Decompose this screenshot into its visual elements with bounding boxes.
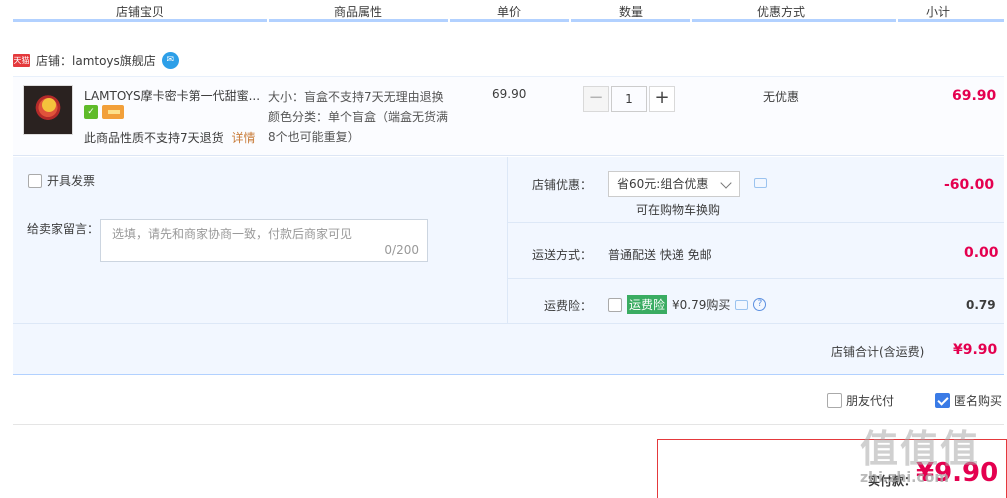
chevron-down-icon: [720, 177, 732, 189]
invoice-checkbox[interactable]: [28, 173, 42, 188]
insurance-label: 运费险：: [544, 299, 593, 313]
panel-divider: [508, 222, 1004, 223]
quantity-stepper: − 1 +: [583, 86, 675, 112]
help-icon[interactable]: ?: [753, 298, 767, 311]
insurance-tag: 运费险: [627, 295, 668, 314]
panel-divider: [13, 323, 1004, 324]
insurance-amount: 0.79: [966, 298, 996, 312]
seller-message-input[interactable]: 选填，请先和商家协商一致，付款后商家可见 0/200: [100, 219, 428, 262]
product-title[interactable]: LAMTOYS摩卡密卡第一代甜蜜...: [84, 87, 260, 104]
shop-discount-hint[interactable]: 可在购物车换购: [636, 201, 720, 218]
shop-total-amount: ¥9.90: [953, 342, 998, 358]
shop-name-link[interactable]: 店铺：lamtoys旗舰店: [36, 52, 156, 69]
return-detail-link[interactable]: 详情: [231, 131, 255, 145]
guarantee-icon[interactable]: ✓: [84, 105, 98, 119]
cart-table-header: 店铺宝贝 商品属性 单价 数量 优惠方式 小计: [0, 0, 1007, 22]
tmall-icon: 天猫: [13, 53, 30, 67]
invoice-label: 开具发票: [47, 174, 96, 188]
order-options-panel: 开具发票 给卖家留言： 选填，请先和商家协商一致，付款后商家可见 0/200 店…: [13, 157, 1004, 375]
shop-discount-label: 店铺优惠：: [532, 178, 593, 192]
header-underline: [898, 19, 1004, 22]
shop-row: 天猫 店铺：lamtoys旗舰店 ✉: [13, 50, 179, 70]
product-thumbnail[interactable]: [23, 85, 73, 135]
qty-minus-button[interactable]: −: [583, 86, 609, 112]
card-pay-icon[interactable]: [102, 105, 124, 119]
insurance-option: 运费险 ¥0.79购买 ?: [608, 295, 767, 314]
friend-pay-checkbox[interactable]: [827, 393, 842, 408]
shop-discount-select[interactable]: 省60元:组合优惠: [608, 171, 740, 197]
chat-wangwang-icon[interactable]: ✉: [161, 51, 179, 69]
header-underline: [450, 19, 569, 22]
header-underline: [692, 19, 896, 22]
qty-plus-button[interactable]: +: [649, 86, 675, 112]
attr-color-line2: 8个也可能重复）: [268, 130, 360, 144]
friend-pay-label: 朋友代付: [846, 394, 895, 408]
return-notice-text: 此商品性质不支持7天退货: [84, 131, 224, 145]
insurance-price: ¥0.79购买: [672, 298, 731, 312]
discount-method: 无优惠: [763, 90, 800, 104]
attr-color-line1: 颜色分类：单个盲盒（端盒无货满: [268, 110, 449, 124]
qty-input[interactable]: 1: [611, 86, 647, 112]
anonymous-checkbox[interactable]: [935, 393, 950, 408]
col-attributes: 商品属性: [334, 5, 383, 19]
shipping-amount: 0.00: [964, 245, 999, 261]
invoice-option[interactable]: 开具发票: [28, 172, 95, 189]
header-underline: [13, 19, 267, 22]
panel-divider: [507, 157, 508, 323]
col-quantity: 数量: [619, 5, 644, 19]
product-badges: ✓: [84, 105, 124, 119]
col-discount: 优惠方式: [757, 5, 806, 19]
insurance-info-icon[interactable]: [735, 299, 749, 310]
return-notice: 此商品性质不支持7天退货 详情: [84, 129, 255, 146]
watermark-site: zhi.zhi.com: [860, 470, 949, 486]
shipping-label: 运送方式：: [532, 248, 593, 262]
shop-discount-amount: -60.00: [944, 177, 995, 193]
shop-discount-value: 省60元:组合优惠: [617, 177, 709, 191]
message-counter: 0/200: [384, 243, 419, 257]
discount-info-icon[interactable]: [754, 178, 767, 188]
header-underline: [571, 19, 690, 22]
shop-total-label: 店铺合计(含运费): [831, 345, 925, 359]
shipping-method: 普通配送 快递 免邮: [608, 248, 712, 262]
col-subtotal: 小计: [926, 5, 951, 19]
message-label: 给卖家留言：: [27, 222, 100, 236]
anonymous-option[interactable]: 匿名购买: [935, 392, 1002, 409]
col-unit-price: 单价: [497, 5, 522, 19]
header-underline: [269, 19, 448, 22]
panel-divider: [508, 278, 1004, 279]
friend-pay-option[interactable]: 朋友代付: [827, 392, 894, 409]
watermark-logo: 值值值: [860, 427, 981, 471]
section-divider: [13, 424, 1004, 425]
anonymous-label: 匿名购买: [954, 394, 1003, 408]
col-shop-items: 店铺宝贝: [116, 5, 165, 19]
attr-size: 大小：盲盒不支持7天无理由退换: [268, 90, 444, 104]
message-placeholder: 选填，请先和商家协商一致，付款后商家可见: [112, 227, 353, 241]
item-subtotal: 69.90: [952, 88, 997, 104]
insurance-checkbox[interactable]: [608, 297, 622, 312]
unit-price: 69.90: [492, 87, 527, 101]
cart-item-row: LAMTOYS摩卡密卡第一代甜蜜... ✓ 此商品性质不支持7天退货 详情 大小…: [13, 76, 1004, 156]
